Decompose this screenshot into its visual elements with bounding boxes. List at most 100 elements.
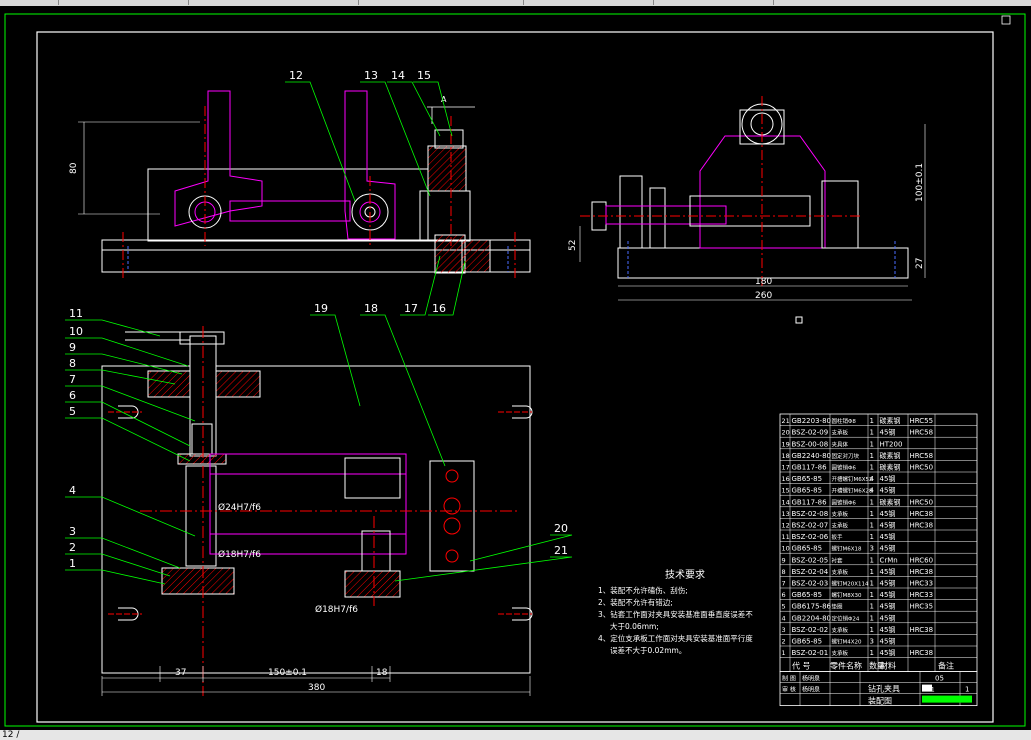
bom-cell: 7 [782,580,786,588]
bom-cell: GB65-85 [792,591,823,599]
bom-cell: BSZ-02-09 [792,429,829,437]
bom-cell: 45钢 [880,637,896,646]
bom-cell: 开槽螺钉M6X28 [832,487,874,495]
dim-side-height: 100±0.1 [915,163,925,202]
bom-cell: GB6175-86 [792,603,832,611]
title-block-text: 钻孔夹具 [868,684,900,694]
toolbar-segment[interactable] [358,0,524,5]
fit-label-18b: Ø18H7/f6 [315,604,358,615]
toolbar-segment[interactable] [0,0,59,5]
dim-front-height: 80 [69,162,79,174]
bom-cell: HRC58 [910,429,934,437]
callout-leader [310,314,361,407]
bom-cell: HRC38 [910,626,934,634]
bom-header: 代 号 [792,661,811,671]
bom-cell: 13 [782,510,790,518]
callout-leader [65,569,166,585]
dim-plan-total: 380 [308,683,325,693]
callout-leader [413,81,453,137]
callout-number: 2 [69,541,76,554]
bom-cell: 1 [870,626,874,634]
bom-cell: HRC33 [910,591,934,599]
bom-cell: GB65-85 [792,545,823,553]
callout-number: 9 [69,341,76,354]
bom-cell: 45钢 [880,625,896,634]
bom-cell: 3 [782,626,786,634]
callout-number: 4 [69,484,76,497]
callout-number: 1 [69,557,76,570]
callout-number: 15 [417,69,431,82]
fit-label-18a: Ø18H7/f6 [218,549,261,560]
toolbar-segment[interactable] [653,0,774,5]
bom-cell: 碳素钢 [880,497,901,506]
bom-cell: 19 [782,440,790,448]
bom-cell: 20 [782,429,790,437]
bom-cell: GB117-86 [792,464,828,472]
bom-header: 零件名称 [830,661,862,671]
fit-label-24: Ø24H7/f6 [218,502,261,513]
bom-cell: BSZ-02-05 [792,556,829,564]
bom-cell: GB65-85 [792,475,823,483]
bom-cell: 螺钉M8X30 [832,591,863,599]
dim-side-right: 27 [915,258,925,269]
bom-cell: 支承板 [832,429,849,437]
title-block-text: 杨明泉 [802,675,820,683]
dim-side-left: 52 [568,240,578,251]
toolbar-segment[interactable] [58,0,189,5]
bom-cell: 1 [870,510,874,518]
bom-cell: 45钢 [880,590,896,599]
bom-cell: 1 [870,603,874,611]
bom-cell: 1 [870,440,874,448]
title-block-text: 制 图 [782,675,796,683]
bom-cell: 1 [870,556,874,564]
bom-cell: 21 [782,417,790,425]
callout-number: 19 [314,302,328,315]
callout-number: 12 [289,69,303,82]
callout-leader [394,556,573,582]
bom-cell: 固定对刀块 [832,452,860,460]
title-block-text: 杨明泉 [802,686,820,694]
bom-cell: 45钢 [880,648,896,657]
title-block-text: 装配图 [868,696,892,706]
bom-cell: GB2204-80 [792,614,831,622]
front-view: 80 A [69,90,531,278]
bom-cell: 16 [782,475,790,483]
bom-cell: 12 [782,522,790,530]
bom-cell: 1 [870,591,874,599]
bom-cell: 碳素钢 [880,463,901,472]
callout-number: 5 [69,405,76,418]
bom-cell: 碳素钢 [880,416,901,425]
pick-box[interactable] [795,316,803,324]
tech-item: 4、定位支承板工作面对夹具安装基准面平行度 [598,633,753,643]
bom-cell: GB65-85 [792,487,823,495]
bom-cell: 1 [870,614,874,622]
bom-header: 备注 [938,661,954,671]
bom-cell: HRC38 [910,522,934,530]
bom-cell: 1 [870,417,874,425]
dim-plan-right: 18 [376,668,388,678]
cad-drawing-canvas[interactable]: 80 A 180 260 52 100±0.1 27 37 150±0.1 18… [0,6,1031,730]
dim-side-outer: 260 [755,291,772,301]
toolbar-segment[interactable] [523,0,654,5]
callout-number: 13 [364,69,378,82]
bom-cell: 4 [870,487,875,495]
bom-cell: GB2203-80 [792,417,831,425]
bom-cell: 螺钉M4X20 [832,638,863,646]
title-block-text: 1 [965,686,969,694]
bom-cell: HRC50 [910,498,934,506]
callout-number: 6 [69,389,76,402]
callout-number: 11 [69,307,83,320]
callout-number: 17 [404,302,418,315]
callout-leader [65,417,191,462]
bom-cell: 1 [870,568,874,576]
callout-leader [360,314,446,467]
bom-cell: 5 [782,603,786,611]
toolbar-segment[interactable] [188,0,359,5]
bom-cell: HRC60 [910,556,934,564]
bom-cell: 45钢 [880,602,896,611]
callout-leader [65,553,171,577]
bom-cell: HRC38 [910,649,934,657]
bom-cell: 垫圈 [832,603,844,611]
bom-cell: 夹具体 [832,440,849,448]
bom-cell: 45钢 [880,532,896,541]
